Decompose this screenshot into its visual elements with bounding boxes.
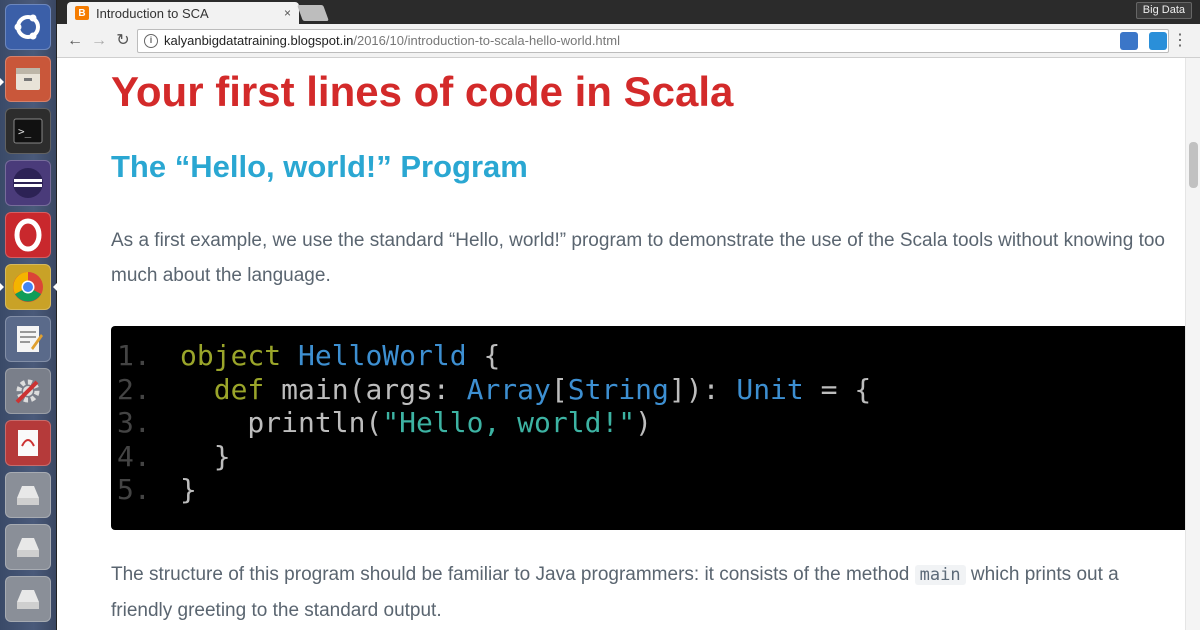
code-line: 5.} (111, 473, 1185, 507)
address-bar[interactable]: i kalyanbigdatatraining.blogspot.in/2016… (137, 29, 1169, 53)
code-block: 1. object HelloWorld {2. def main(args: A… (111, 326, 1185, 530)
page-content: Your first lines of code in Scala The “H… (57, 58, 1185, 630)
post-heading: Your first lines of code in Scala (111, 68, 734, 115)
profile-button[interactable]: Big Data (1135, 2, 1192, 19)
tab-strip: B Introduction to SCA × Big Data (57, 0, 1200, 24)
code-text: } (180, 440, 231, 474)
outro-paragraph: The structure of this program should be … (111, 557, 1185, 628)
chrome-menu-icon[interactable]: ⋮ (1170, 31, 1190, 51)
code-token: ) (635, 406, 653, 439)
code-token: "Hello, world!" (382, 406, 636, 439)
files-icon[interactable] (5, 56, 51, 102)
drive-icon[interactable] (5, 524, 51, 570)
terminal-icon[interactable]: >_ (5, 108, 51, 154)
code-token: def (180, 372, 282, 406)
code-token: = { (803, 372, 872, 406)
page-scrollbar[interactable] (1185, 58, 1200, 630)
url-host: kalyanbigdatatraining.blogspot.in (164, 33, 354, 48)
opera-icon[interactable] (5, 212, 51, 258)
drive-icon[interactable] (5, 576, 51, 622)
tab-active[interactable]: B Introduction to SCA × (67, 2, 299, 24)
code-token: } (180, 439, 231, 473)
intro-paragraph: As a first example, we use the standard … (111, 230, 1165, 286)
url-path: /2016/10/introduction-to-scala-hello-wor… (353, 33, 620, 48)
ubuntu-launcher: >_ (0, 0, 57, 630)
code-token: Unit (736, 372, 804, 406)
code-token: println( (180, 406, 383, 439)
text-editor-icon[interactable] (5, 316, 51, 362)
extension-download-icon[interactable] (1120, 32, 1138, 50)
code-text: println("Hello, world!") (180, 406, 652, 440)
code-line: 4. } (111, 440, 1185, 474)
code-token: { (466, 339, 501, 372)
settings-icon[interactable] (5, 368, 51, 414)
document-viewer-icon[interactable] (5, 420, 51, 466)
line-number: 3. (117, 406, 151, 439)
info-icon[interactable]: i (144, 34, 158, 48)
section-heading: The “Hello, world!” Program (111, 149, 528, 184)
forward-arrow-icon[interactable]: → (89, 31, 109, 51)
code-line: 3. println("Hello, world!") (111, 406, 1185, 440)
code-token: Array (466, 372, 551, 406)
tab-title: Introduction to SCA (96, 5, 209, 21)
line-number: 5. (117, 473, 151, 506)
inline-code-main: main (914, 565, 966, 585)
code-text: object HelloWorld { (180, 339, 500, 373)
code-token: HelloWorld (298, 339, 467, 372)
extension-analytics-icon[interactable] (1149, 32, 1167, 50)
ubuntu-dash-icon[interactable] (5, 4, 51, 50)
browser-toolbar: ← → ↻ i kalyanbigdatatraining.blogspot.i… (57, 24, 1200, 58)
outro-text-before: The structure of this program should be … (111, 564, 915, 585)
tab-close-icon[interactable]: × (284, 6, 291, 20)
code-token: main(args: (281, 372, 467, 406)
code-text: } (180, 473, 197, 507)
chrome-icon[interactable] (5, 264, 51, 310)
drive-icon[interactable] (5, 472, 51, 518)
code-line: 1. object HelloWorld { (111, 339, 1185, 373)
code-line: 2. def main(args: Array[String]): Unit =… (111, 373, 1185, 407)
new-tab-button[interactable] (297, 5, 329, 21)
code-token: String (567, 372, 669, 406)
svg-text:>_: >_ (18, 125, 32, 138)
code-token: } (180, 473, 197, 506)
scrollbar-thumb[interactable] (1189, 142, 1198, 188)
line-number: 4. (117, 439, 151, 473)
code-token: [ (550, 372, 568, 406)
code-token: object (180, 339, 299, 372)
line-number: 2. (117, 372, 151, 406)
code-token: ]): (668, 372, 737, 406)
back-arrow-icon[interactable]: ← (65, 31, 85, 51)
blogger-favicon-icon: B (75, 6, 89, 20)
eclipse-icon[interactable] (5, 160, 51, 206)
code-text: def main(args: Array[String]): Unit = { (180, 372, 872, 407)
reload-icon[interactable]: ↻ (113, 31, 133, 51)
line-number: 1. (117, 339, 151, 372)
